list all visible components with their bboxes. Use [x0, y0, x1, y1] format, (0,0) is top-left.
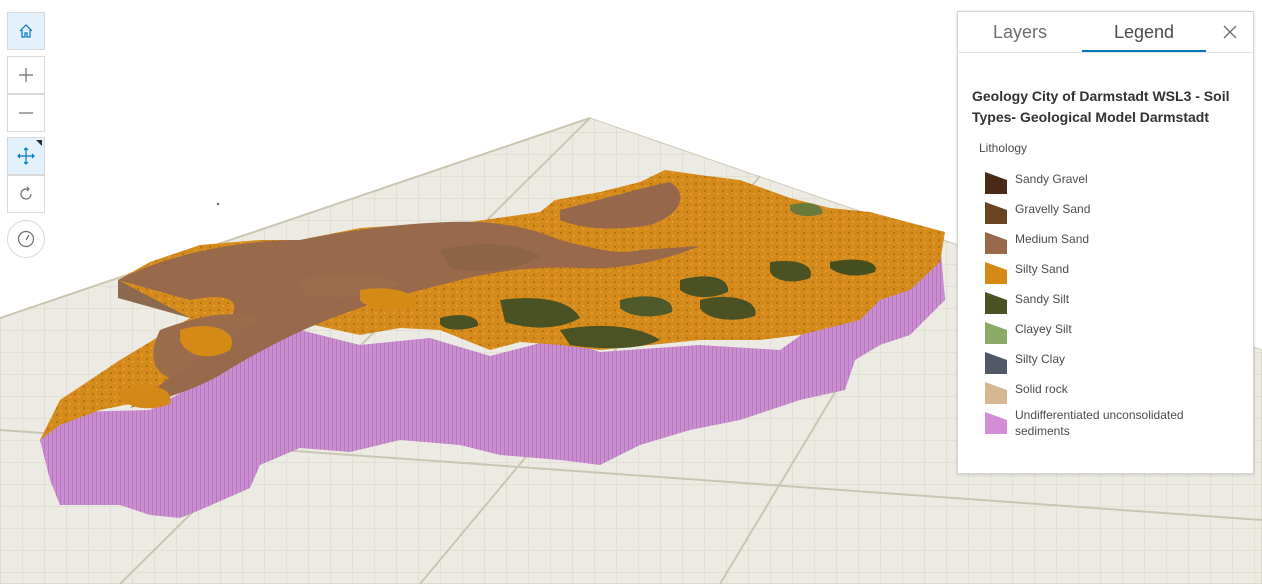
legend-item: Clayey Silt — [985, 319, 1245, 345]
legend-item-label: Sandy Gravel — [1015, 172, 1088, 186]
compass-icon — [17, 230, 35, 248]
legend-swatch — [985, 172, 1007, 194]
rotate-icon — [20, 186, 32, 200]
plus-icon — [19, 68, 33, 82]
menu-indicator-icon — [36, 140, 42, 146]
legend-item-label: Solid rock — [1015, 382, 1068, 396]
legend-item-label: Undifferentiated unconsolidated sediment… — [1015, 408, 1184, 438]
rotate-button[interactable] — [7, 175, 45, 213]
legend-item: Solid rock — [985, 379, 1245, 405]
minus-icon — [19, 112, 33, 114]
legend-item-label: Sandy Silt — [1015, 292, 1070, 306]
legend-item: Undifferentiated unconsolidated sediment… — [985, 408, 1245, 443]
legend-item: Silty Sand — [985, 259, 1245, 285]
tab-layers[interactable]: Layers — [958, 12, 1082, 52]
legend-item-label: Gravelly Sand — [1015, 202, 1091, 216]
move-icon — [17, 147, 35, 165]
legend-swatch — [985, 232, 1007, 254]
zoom-in-button[interactable] — [7, 56, 45, 94]
zoom-out-button[interactable] — [7, 94, 45, 132]
legend-item: Sandy Silt — [985, 289, 1245, 315]
legend-swatch — [985, 202, 1007, 224]
legend-item: Silty Clay — [985, 349, 1245, 375]
legend-item: Sandy Gravel — [985, 169, 1245, 195]
legend-swatch — [985, 262, 1007, 284]
legend-item-label: Medium Sand — [1015, 232, 1090, 246]
compass-button[interactable] — [7, 220, 45, 258]
panel-tabs: Layers Legend — [958, 12, 1253, 53]
legend-item: Medium Sand — [985, 229, 1245, 255]
legend-layer-title: Geology City of Darmstadt WSL3 - Soil Ty… — [972, 88, 1230, 125]
home-button[interactable] — [7, 12, 45, 50]
legend-item: Gravelly Sand — [985, 199, 1245, 225]
legend-swatch — [985, 412, 1007, 434]
legend-item-label: Silty Sand — [1015, 262, 1070, 276]
legend-field-label: Lithology — [979, 141, 1028, 155]
pan-button[interactable] — [7, 137, 45, 175]
legend-swatch — [985, 322, 1007, 344]
legend-swatch — [985, 382, 1007, 404]
home-icon — [19, 24, 33, 38]
legend-swatch — [985, 352, 1007, 374]
legend-swatch — [985, 292, 1007, 314]
scene-dot — [217, 203, 219, 205]
legend-item-label: Silty Clay — [1015, 352, 1066, 366]
tab-legend[interactable]: Legend — [1082, 12, 1206, 52]
legend-item-label: Clayey Silt — [1015, 322, 1072, 336]
legend-panel: Layers Legend Geology City of Darmstadt … — [957, 11, 1254, 474]
close-icon[interactable] — [1222, 24, 1238, 40]
